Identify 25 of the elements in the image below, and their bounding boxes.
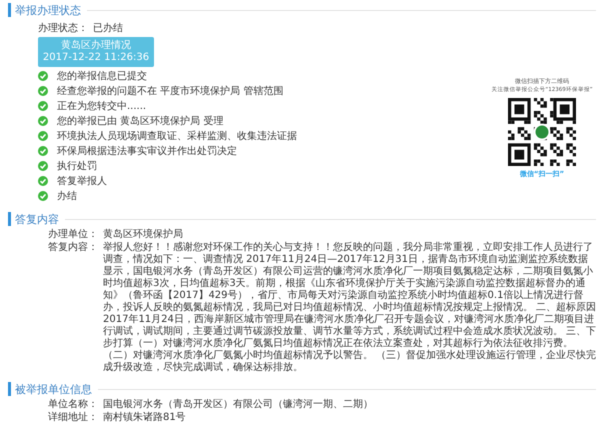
step-text: 环保局根据违法事实审议并作出处罚决定 <box>57 144 237 158</box>
field-label: 单位名称： <box>48 399 99 411</box>
step-text: 办结 <box>57 190 77 202</box>
section-title: 答复内容 <box>15 212 59 226</box>
section-title: 举报办理状态 <box>15 2 81 18</box>
stage-time: 2017-12-22 11:26:36 <box>42 52 150 64</box>
step-text: 经查您举报的问题不在 平度市环境保护局 管辖范围 <box>57 84 284 98</box>
step-text: 执行处罚 <box>57 160 97 172</box>
status-value: 已办结 <box>93 22 123 34</box>
status-label: 办理状态： <box>38 22 89 34</box>
step-text: 答复举报人 <box>57 174 107 188</box>
field-value: 举报人您好！！感谢您对环保工作的关心与支持！！您反映的问题，我分局非常重视，立即安排工作人员进行了调查，情况如下：一、调查情况 2017年11月24日—2017年12月31日，据青岛市环境自动监测监控系统数据显示，国电银河水务（青岛开发区）有限公司运营的镰湾河水质净化厂一期项目氨氮稳定达标，二期项目氨氮小时均值超标3次，日均值超标3天。前期，根据《山东省环境保护厅关于实施污染源自动监控数据超标督办的通知》（鲁环函【2017】429号），省厅、市局每天对污染源自动监控系统小时均值超标0.1倍以上情况进行督办，投诉人反映的氨氮超标情况，我局已对日均值超标情况、小时均值超标情况按规定上报情况。 二、超标原因 2017年11月24日，西海岸新区城市管理局在镰湾河水质净化厂召开专题会议，对镰湾河水质净化厂二期项目进行调试，调试期间，主要通过调节碳源投放量、调节水量等方式，系统调试过程中会造成水质状况波动。 三、下步打算（一）对镰湾河水质净化厂氨氮日均值超标情况正在依法立案查处，对其超标行为依法征收排污费。（二）对镰湾河水质净化厂氨氮小时均值超标情况予以警告。 （三）督促加强水处理设施运行管理，企业尽快完成升级改造，尽快完成调试，确保达标排放。 <box>103 242 597 374</box>
field-value: 南村镇朱诸路81号 <box>103 412 187 424</box>
step-text: 环境执法人员现场调查取证、采样监测、收集违法证据 <box>57 130 297 142</box>
step-text: 您的举报已由 黄岛区环境保护局 受理 <box>57 114 224 128</box>
field-value: 黄岛区环境保护局 <box>103 229 184 241</box>
field-value: 国电银河水务（青岛开发区）有限公司（镰湾河一期、二期） <box>103 399 374 411</box>
section-title: 被举报单位信息 <box>15 382 92 396</box>
field-label: 详细地址： <box>48 412 99 424</box>
qr-code-drawing <box>508 98 576 166</box>
field-label: 答复内容： <box>48 242 99 255</box>
stage-title: 黄岛区办理情况 <box>60 40 132 52</box>
step-text: 正在为您转交中...... <box>57 100 146 112</box>
step-text: 您的举报信息已提交 <box>57 70 147 82</box>
field-label: 办理单位： <box>48 229 99 241</box>
